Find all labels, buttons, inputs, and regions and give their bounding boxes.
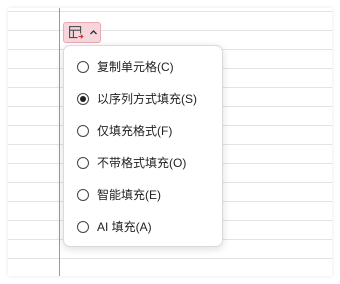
radio-button[interactable] xyxy=(77,61,89,73)
chevron-up-icon xyxy=(90,30,97,35)
radio-button[interactable] xyxy=(77,221,89,233)
menu-item-label: AI 填充(A) xyxy=(97,220,152,234)
menu-item-label: 仅填充格式(F) xyxy=(97,124,173,138)
menu-item-copy-cells[interactable]: 复制单元格(C) xyxy=(64,52,222,84)
autofill-options-button[interactable] xyxy=(63,22,101,43)
menu-item-smart-fill[interactable]: 智能填充(E) xyxy=(64,180,222,212)
screenshot-frame: 复制单元格(C) 以序列方式填充(S) 仅填充格式(F) 不带格式填充(O) 智… xyxy=(0,0,340,284)
autofill-options-icon xyxy=(69,26,84,40)
radio-button[interactable] xyxy=(77,157,89,169)
row-gridline xyxy=(8,258,332,259)
radio-button[interactable] xyxy=(77,189,89,201)
menu-item-fill-formatting-only[interactable]: 仅填充格式(F) xyxy=(64,116,222,148)
menu-item-label: 复制单元格(C) xyxy=(97,60,174,74)
menu-item-label: 以序列方式填充(S) xyxy=(97,92,197,106)
autofill-options-menu: 复制单元格(C) 以序列方式填充(S) 仅填充格式(F) 不带格式填充(O) 智… xyxy=(63,45,223,247)
menu-item-fill-without-formatting[interactable]: 不带格式填充(O) xyxy=(64,148,222,180)
menu-item-label: 不带格式填充(O) xyxy=(97,156,187,170)
radio-button-selected[interactable] xyxy=(77,93,89,105)
row-gridline xyxy=(8,30,332,31)
menu-item-ai-fill[interactable]: AI 填充(A) xyxy=(64,212,222,244)
row-gridline xyxy=(8,11,332,12)
menu-item-label: 智能填充(E) xyxy=(97,188,161,202)
column-divider xyxy=(59,8,60,276)
menu-item-fill-series[interactable]: 以序列方式填充(S) xyxy=(64,84,222,116)
radio-button[interactable] xyxy=(77,125,89,137)
